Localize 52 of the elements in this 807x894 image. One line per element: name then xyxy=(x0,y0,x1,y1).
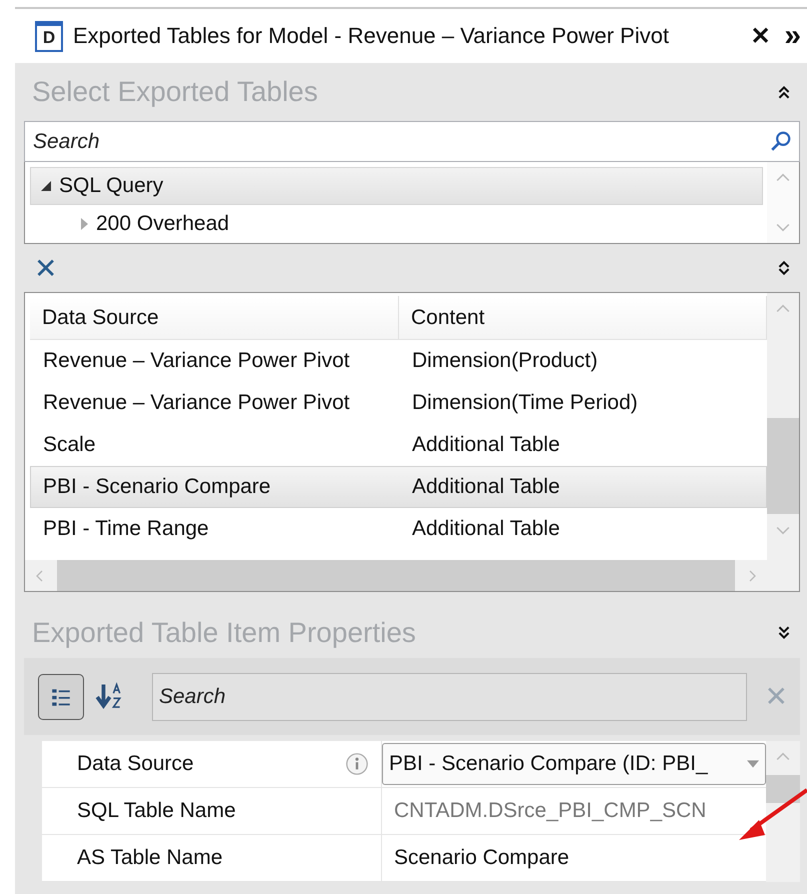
overflow-button[interactable]: » xyxy=(784,21,801,51)
scroll-up-icon[interactable] xyxy=(776,751,790,761)
expand-collapse-icon[interactable] xyxy=(776,260,792,276)
tree-item[interactable]: 200 Overhead xyxy=(30,205,763,243)
table-cell-text: Additional Table xyxy=(411,517,561,541)
close-button[interactable]: ✕ xyxy=(750,22,770,50)
table-cell-text: Revenue – Variance Power Pivot xyxy=(42,391,351,415)
section-title: Exported Table Item Properties xyxy=(32,617,416,649)
scrollbar[interactable] xyxy=(767,162,799,243)
scrollbar-thumb[interactable] xyxy=(766,775,800,803)
scrollbar[interactable] xyxy=(766,741,800,882)
property-value: CNTADM.DSrce_PBI_CMP_SCN xyxy=(393,799,706,823)
table-cell-text: PBI - Time Range xyxy=(42,517,210,541)
table-row[interactable]: Revenue – Variance Power Pivot Dimension(Time Period) xyxy=(30,382,767,424)
search-icon[interactable] xyxy=(770,130,792,152)
section-title: Select Exported Tables xyxy=(32,76,318,108)
categorized-button[interactable] xyxy=(38,674,84,720)
table-cell-text: Dimension(Product) xyxy=(411,349,599,373)
expand-icon[interactable] xyxy=(776,625,792,641)
info-icon[interactable] xyxy=(345,752,369,776)
scroll-left-icon[interactable] xyxy=(35,568,43,582)
document-icon: D xyxy=(35,20,63,52)
table-row[interactable]: PBI - Scenario Compare Additional Table xyxy=(30,466,767,508)
property-name: AS Table Name xyxy=(77,846,223,870)
table-cell-text: Additional Table xyxy=(411,475,561,499)
property-name: Data Source xyxy=(77,752,194,776)
data-source-dropdown[interactable]: PBI - Scenario Compare (ID: PBI_ xyxy=(382,743,766,785)
table-cell-text: PBI - Scenario Compare xyxy=(42,475,272,499)
table-cell-text: Additional Table xyxy=(411,433,561,457)
search-field[interactable]: Search xyxy=(152,672,747,720)
horizontal-scrollbar[interactable] xyxy=(25,560,767,591)
scroll-up-icon[interactable] xyxy=(776,172,790,182)
collapse-icon[interactable] xyxy=(776,84,792,100)
table-cell-text: Scale xyxy=(42,433,97,457)
search-field[interactable]: Search xyxy=(24,121,800,162)
property-name: SQL Table Name xyxy=(77,799,236,823)
table-cell-text: Revenue – Variance Power Pivot xyxy=(42,349,351,373)
column-header[interactable]: Data Source xyxy=(30,296,399,339)
table-row[interactable]: Scale Additional Table xyxy=(30,424,767,466)
table-cell-text: Dimension(Time Period) xyxy=(411,391,639,415)
caret-icon[interactable] xyxy=(747,760,759,768)
property-value[interactable]: Scenario Compare xyxy=(382,846,570,870)
scroll-down-icon[interactable] xyxy=(776,223,790,233)
scroll-up-icon[interactable] xyxy=(776,303,790,313)
tree-item[interactable]: SQL Query xyxy=(30,167,763,205)
table-row[interactable]: PBI - Time Range Additional Table xyxy=(30,508,767,550)
vertical-scrollbar[interactable] xyxy=(767,293,799,591)
table-row[interactable]: Revenue – Variance Power Pivot Dimension(Product) xyxy=(30,340,767,382)
window-title: Exported Tables for Model - Revenue – Variance Power Pivot xyxy=(73,23,670,49)
scroll-right-icon[interactable] xyxy=(749,568,757,582)
scroll-down-icon[interactable] xyxy=(776,526,790,536)
remove-button[interactable]: ✕ xyxy=(24,252,58,284)
